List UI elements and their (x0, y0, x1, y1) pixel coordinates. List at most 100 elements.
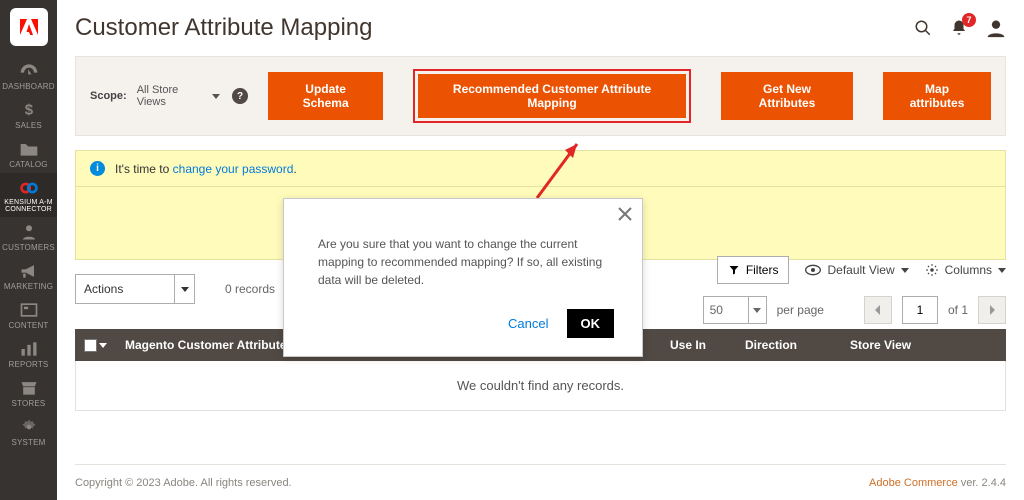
select-all-checkbox[interactable] (75, 339, 115, 352)
columns-control[interactable]: Columns (925, 263, 1006, 277)
notice-text: It's time to change your password. (115, 162, 297, 176)
update-schema-button[interactable]: Update Schema (268, 72, 384, 120)
catalog-icon (19, 140, 39, 158)
change-password-link[interactable]: change your password (173, 162, 294, 176)
modal-ok-button[interactable]: OK (567, 309, 615, 338)
highlighted-button-frame: Recommended Customer Attribute Mapping (413, 69, 691, 123)
empty-text: We couldn't find any records. (457, 378, 624, 393)
chevron-down-icon (901, 268, 909, 273)
next-page-button[interactable] (978, 296, 1006, 324)
page-size-dropdown[interactable] (749, 296, 767, 324)
content-icon (19, 301, 39, 319)
sidebar-item-label: REPORTS (9, 360, 49, 369)
chevron-down-icon (99, 343, 107, 348)
page-footer: Copyright © 2023 Adobe. All rights reser… (75, 464, 1006, 500)
page-header: Customer Attribute Mapping 7 (75, 14, 1006, 42)
filters-label: Filters (746, 263, 779, 277)
checkbox-icon (84, 339, 97, 352)
page-of-label: of 1 (948, 303, 968, 317)
account-menu[interactable] (986, 18, 1006, 38)
modal-cancel-button[interactable]: Cancel (508, 316, 548, 331)
modal-message: Are you sure that you want to change the… (318, 235, 614, 289)
sidebar-item-label: SALES (15, 121, 42, 130)
person-icon (19, 223, 39, 241)
scope-select[interactable]: All Store Views (137, 84, 221, 108)
modal-close-button[interactable] (618, 207, 632, 221)
col-header-use-in[interactable]: Use In (660, 338, 735, 352)
sidebar-item-sales[interactable]: $ SALES (0, 95, 57, 134)
filters-button[interactable]: Filters (717, 256, 790, 284)
col-header-store-view[interactable]: Store View (840, 338, 1006, 352)
adobe-logo[interactable] (10, 8, 48, 46)
scope-help[interactable]: ? (232, 88, 248, 104)
sidebar-item-label: SYSTEM (11, 438, 45, 447)
dollar-icon: $ (19, 101, 39, 119)
svg-text:$: $ (24, 102, 33, 119)
close-icon (618, 207, 632, 221)
sidebar-item-label: MARKETING (4, 282, 53, 291)
get-new-attributes-button[interactable]: Get New Attributes (721, 72, 854, 120)
product-link[interactable]: Adobe Commerce (869, 477, 958, 489)
admin-sidebar: DASHBOARD $ SALES CATALOG KENSIUM A-M CO… (0, 0, 57, 500)
pagination: 50 per page of 1 (703, 296, 1006, 324)
recommended-mapping-button[interactable]: Recommended Customer Attribute Mapping (418, 74, 686, 118)
sidebar-item-label: CUSTOMERS (2, 243, 55, 252)
confirm-modal: Are you sure that you want to change the… (283, 198, 643, 357)
copyright: Copyright © 2023 Adobe. All rights reser… (75, 477, 292, 489)
columns-label: Columns (945, 263, 992, 277)
sidebar-item-stores[interactable]: STORES (0, 373, 57, 412)
sidebar-item-label: KENSIUM A-M CONNECTOR (0, 199, 57, 213)
gear-icon (925, 263, 939, 277)
data-grid-empty: We couldn't find any records. (75, 361, 1006, 411)
scope-bar: Scope: All Store Views ? Update Schema R… (75, 56, 1006, 136)
sidebar-item-label: CATALOG (9, 160, 47, 169)
per-page-label: per page (777, 303, 824, 317)
notification-badge: 7 (962, 13, 976, 27)
view-label: Default View (827, 263, 894, 277)
bulk-actions-label: Actions (84, 282, 123, 296)
view-bookmark[interactable]: Default View (805, 263, 908, 277)
scope-label: Scope: (90, 90, 127, 102)
sidebar-item-content[interactable]: CONTENT (0, 295, 57, 334)
sidebar-item-label: STORES (12, 399, 46, 408)
info-icon: i (90, 161, 105, 176)
sidebar-item-reports[interactable]: REPORTS (0, 334, 57, 373)
user-icon (986, 18, 1006, 38)
store-icon (19, 379, 39, 397)
chevron-down-icon (212, 94, 220, 99)
eye-icon (805, 264, 821, 276)
bar-chart-icon (19, 340, 39, 358)
bulk-actions-select[interactable]: Actions (75, 274, 195, 304)
search-button[interactable] (914, 19, 932, 37)
version-info: Adobe Commerce ver. 2.4.4 (869, 477, 1006, 489)
sidebar-item-kensium-connector[interactable]: KENSIUM A-M CONNECTOR (0, 173, 57, 217)
record-count: 0 records (225, 282, 275, 296)
sidebar-item-customers[interactable]: CUSTOMERS (0, 217, 57, 256)
gear-icon (19, 418, 39, 436)
chevron-left-icon (874, 305, 882, 315)
scope-value: All Store Views (137, 84, 209, 108)
sidebar-item-catalog[interactable]: CATALOG (0, 134, 57, 173)
megaphone-icon (19, 262, 39, 280)
sidebar-item-marketing[interactable]: MARKETING (0, 256, 57, 295)
funnel-icon (728, 264, 740, 276)
sidebar-item-system[interactable]: SYSTEM (0, 412, 57, 451)
page-size-select[interactable]: 50 (703, 296, 749, 324)
chevron-down-icon (753, 308, 761, 313)
grid-right-tools: Filters Default View Columns (717, 256, 1006, 284)
chevron-down-icon (998, 268, 1006, 273)
sidebar-item-label: CONTENT (8, 321, 48, 330)
password-notice: i It's time to change your password. (75, 150, 1006, 187)
prev-page-button[interactable] (864, 296, 892, 324)
search-icon (914, 19, 932, 37)
page-title: Customer Attribute Mapping (75, 14, 372, 42)
chevron-down-icon (174, 275, 194, 303)
map-attributes-button[interactable]: Map attributes (883, 72, 991, 120)
sidebar-item-dashboard[interactable]: DASHBOARD (0, 56, 57, 95)
dashboard-icon (19, 62, 39, 80)
page-number-input[interactable] (902, 296, 938, 324)
col-header-direction[interactable]: Direction (735, 338, 840, 352)
notifications-button[interactable]: 7 (950, 19, 968, 37)
page-size-value: 50 (710, 303, 723, 317)
link-icon (19, 179, 39, 197)
